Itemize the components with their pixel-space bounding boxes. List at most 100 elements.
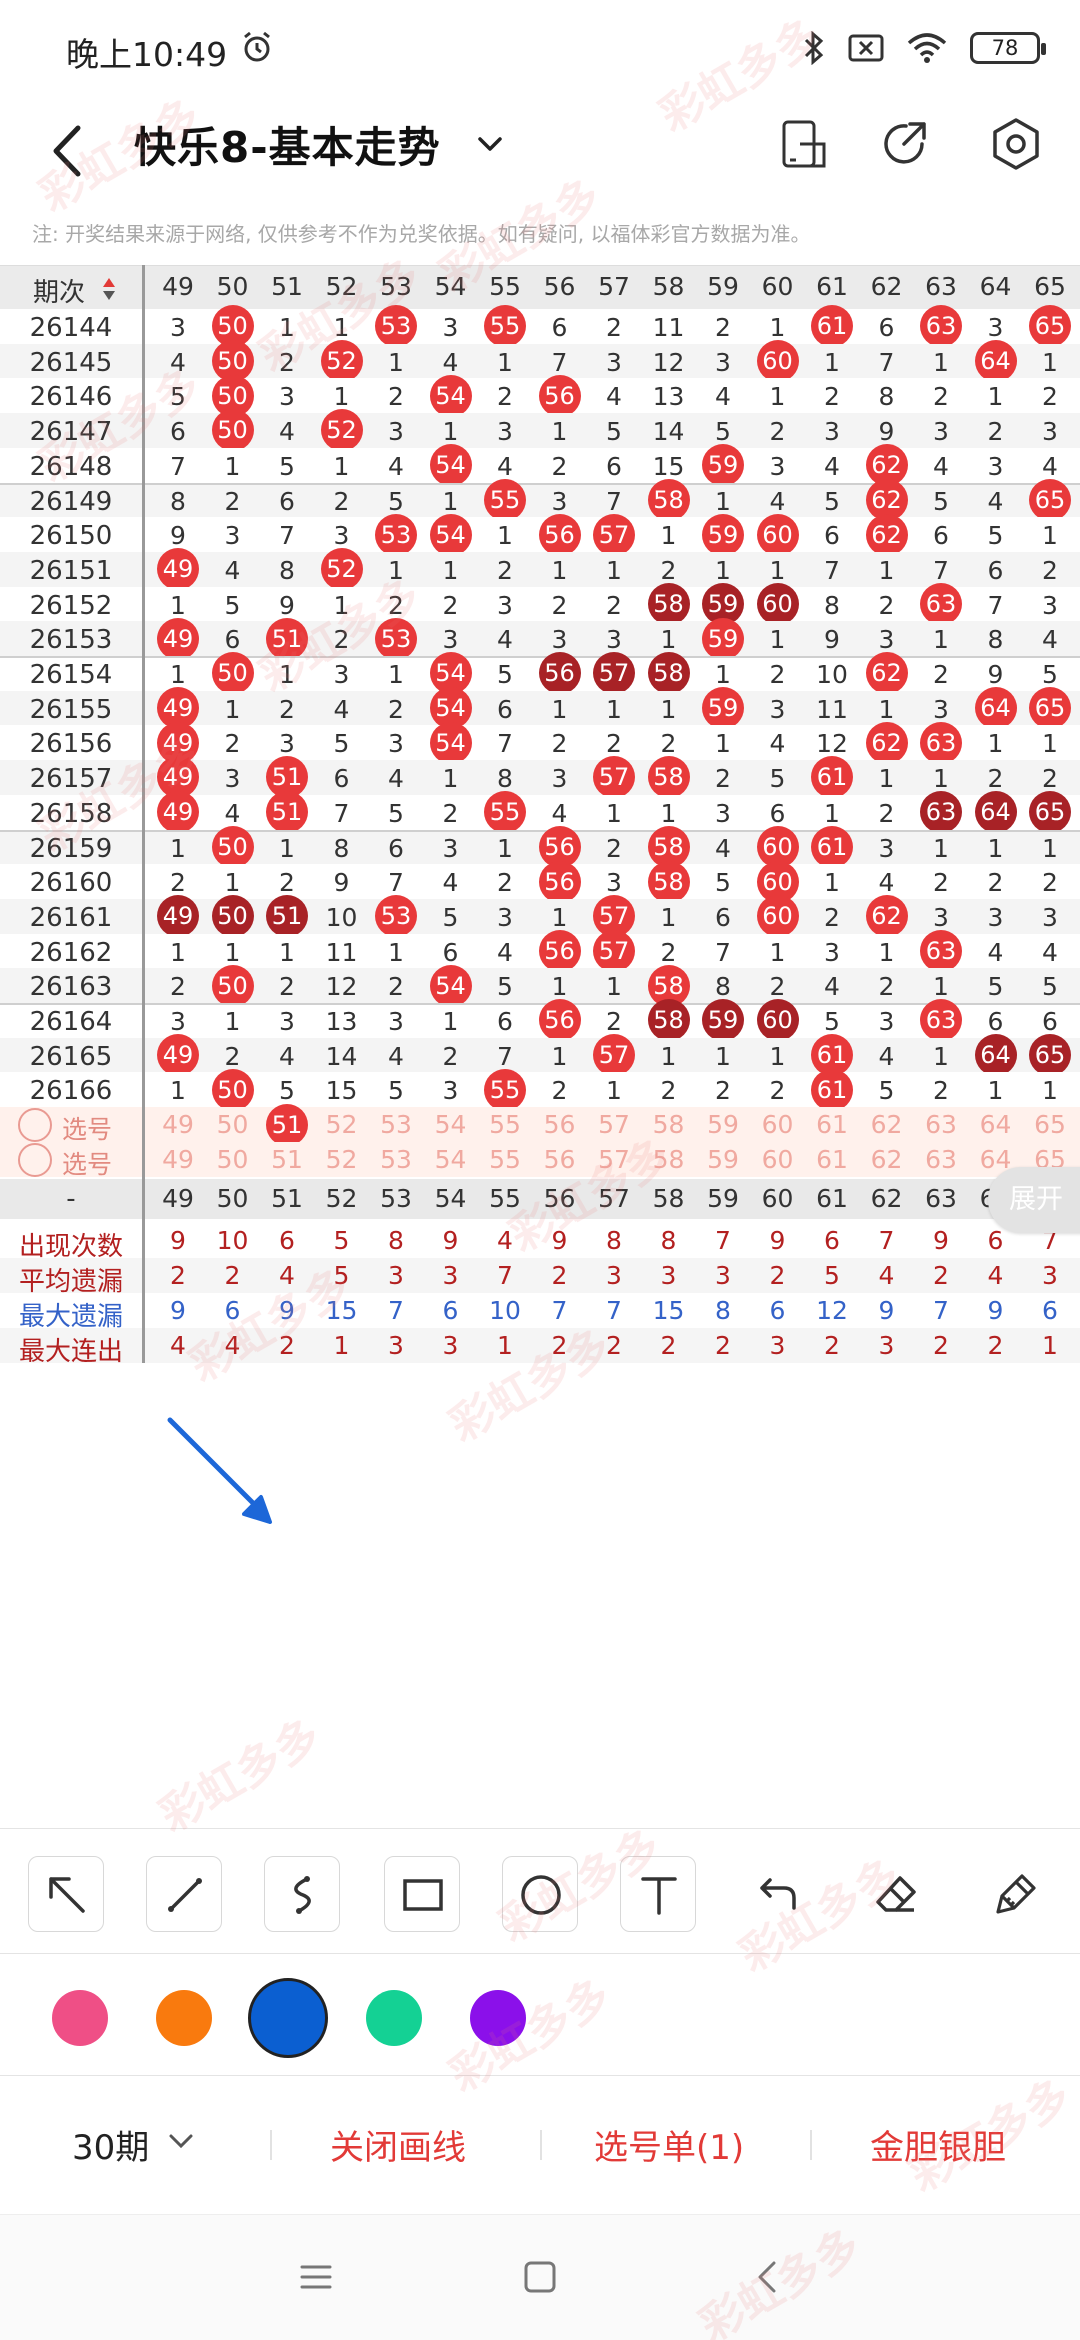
drawn-ball[interactable]: 51 — [266, 895, 308, 938]
drawn-ball[interactable]: 60 — [756, 340, 799, 383]
pick-number[interactable]: 57 — [587, 1145, 641, 1174]
pick-number[interactable]: 60 — [751, 1145, 805, 1174]
drawn-ball[interactable]: 57 — [593, 513, 635, 556]
chevron-down-icon[interactable] — [166, 2126, 196, 2156]
drawn-ball[interactable]: 54 — [429, 374, 472, 417]
pick-number[interactable]: 50 — [206, 1145, 260, 1174]
pick-number[interactable]: 55 — [478, 1110, 532, 1139]
pick-number[interactable]: 52 — [315, 1145, 369, 1174]
drawn-ball[interactable]: 49 — [157, 617, 199, 660]
drawn-ball[interactable]: 52 — [320, 548, 363, 591]
undo-tool[interactable] — [740, 1856, 816, 1932]
pick-number[interactable]: 53 — [369, 1110, 423, 1139]
drawn-ball[interactable]: 58 — [647, 652, 690, 695]
drawn-ball[interactable]: 62 — [865, 513, 908, 556]
text-tool[interactable] — [620, 1856, 696, 1932]
circle-tool[interactable] — [502, 1856, 578, 1932]
pick-number[interactable]: 63 — [914, 1145, 968, 1174]
column-header[interactable]: 56 — [533, 272, 587, 301]
drawn-ball[interactable]: 49 — [157, 895, 199, 938]
column-header[interactable]: 52 — [315, 272, 369, 301]
column-header[interactable]: 63 — [914, 272, 968, 301]
drawn-ball[interactable]: 49 — [157, 548, 199, 591]
drawn-ball[interactable]: 52 — [320, 340, 363, 383]
pick-number[interactable]: 57 — [587, 1110, 641, 1139]
drawn-ball[interactable]: 55 — [484, 791, 526, 834]
screen-split-icon[interactable] — [774, 114, 834, 174]
column-header[interactable]: 49 — [151, 272, 205, 301]
clear-tool[interactable] — [978, 1856, 1054, 1932]
drawn-ball[interactable]: 62 — [865, 652, 908, 695]
pick-number[interactable]: 49 — [151, 1110, 205, 1139]
drawn-ball[interactable]: 58 — [647, 999, 690, 1042]
color-swatch[interactable] — [248, 1978, 328, 2058]
drawn-ball[interactable]: 61 — [811, 1068, 853, 1111]
drawn-ball[interactable]: 58 — [647, 478, 690, 521]
pick-number[interactable]: 61 — [805, 1145, 859, 1174]
column-header[interactable]: 57 — [587, 272, 641, 301]
drawn-ball[interactable]: 62 — [865, 721, 908, 764]
pick-number[interactable]: 58 — [642, 1145, 696, 1174]
column-header[interactable]: 53 — [369, 272, 423, 301]
pick-number[interactable]: 59 — [696, 1145, 750, 1174]
drawn-ball[interactable]: 56 — [538, 929, 581, 972]
drawn-ball[interactable]: 51 — [266, 791, 308, 834]
pick-list-button[interactable]: 选号单(1) — [594, 2120, 744, 2169]
sort-icon[interactable] — [102, 277, 116, 301]
selected-pick-ball[interactable]: 51 — [266, 1104, 308, 1147]
menu-icon[interactable] — [294, 2255, 338, 2299]
drawn-ball[interactable]: 54 — [429, 444, 472, 487]
column-header[interactable]: 64 — [969, 272, 1023, 301]
color-swatch[interactable] — [156, 1990, 212, 2046]
pick-number[interactable]: 56 — [533, 1145, 587, 1174]
pick-radio[interactable] — [18, 1108, 52, 1143]
pick-number[interactable]: 58 — [642, 1110, 696, 1139]
column-header[interactable]: 55 — [478, 272, 532, 301]
gold-silver-button[interactable]: 金胆银胆 — [870, 2120, 1006, 2169]
nav-back-icon[interactable] — [746, 2255, 790, 2299]
drawn-ball[interactable]: 56 — [538, 860, 581, 903]
drawn-ball[interactable]: 64 — [974, 340, 1017, 383]
drawn-ball[interactable]: 58 — [647, 756, 690, 799]
pick-radio[interactable] — [18, 1143, 52, 1178]
back-arrow-icon[interactable] — [40, 116, 100, 186]
drawn-ball[interactable]: 56 — [538, 999, 581, 1042]
drawn-ball[interactable]: 65 — [1029, 687, 1071, 730]
home-icon[interactable] — [518, 2255, 562, 2299]
drawn-ball[interactable]: 55 — [484, 478, 526, 521]
drawn-ball[interactable]: 56 — [538, 652, 581, 695]
drawn-ball[interactable]: 57 — [593, 1034, 635, 1077]
drawn-ball[interactable]: 49 — [157, 791, 199, 834]
drawn-ball[interactable]: 50 — [211, 409, 254, 452]
period-selector[interactable]: 30期 — [72, 2120, 149, 2169]
drawn-ball[interactable]: 60 — [756, 513, 799, 556]
drawn-ball[interactable]: 58 — [647, 860, 690, 903]
column-header[interactable]: 61 — [805, 272, 859, 301]
drawn-ball[interactable]: 52 — [320, 409, 363, 452]
drawn-ball[interactable]: 63 — [920, 791, 962, 834]
column-header[interactable]: 54 — [424, 272, 478, 301]
drawn-ball[interactable]: 63 — [920, 721, 962, 764]
expand-button[interactable]: 展开 — [988, 1167, 1080, 1234]
column-header[interactable]: 58 — [642, 272, 696, 301]
drawn-ball[interactable]: 59 — [702, 687, 744, 730]
column-header[interactable]: 60 — [751, 272, 805, 301]
drawn-ball[interactable]: 65 — [1029, 791, 1071, 834]
drawn-ball[interactable]: 59 — [702, 617, 744, 660]
pick-number[interactable]: 62 — [860, 1145, 914, 1174]
drawn-ball[interactable]: 64 — [974, 791, 1017, 834]
color-swatch[interactable] — [52, 1990, 108, 2046]
chevron-down-icon[interactable] — [470, 124, 510, 164]
pick-number[interactable]: 60 — [751, 1110, 805, 1139]
pick-number[interactable]: 51 — [260, 1145, 314, 1174]
color-swatch[interactable] — [366, 1990, 422, 2046]
drawn-ball[interactable]: 53 — [375, 617, 417, 660]
drawn-ball[interactable]: 50 — [211, 895, 254, 938]
drawn-ball[interactable]: 60 — [756, 895, 799, 938]
drawn-ball[interactable]: 65 — [1029, 1034, 1071, 1077]
drawn-ball[interactable]: 63 — [920, 929, 962, 972]
curve-tool[interactable] — [264, 1856, 340, 1932]
drawn-ball[interactable]: 59 — [702, 513, 744, 556]
column-header[interactable]: 65 — [1023, 272, 1077, 301]
pick-number[interactable]: 50 — [206, 1110, 260, 1139]
